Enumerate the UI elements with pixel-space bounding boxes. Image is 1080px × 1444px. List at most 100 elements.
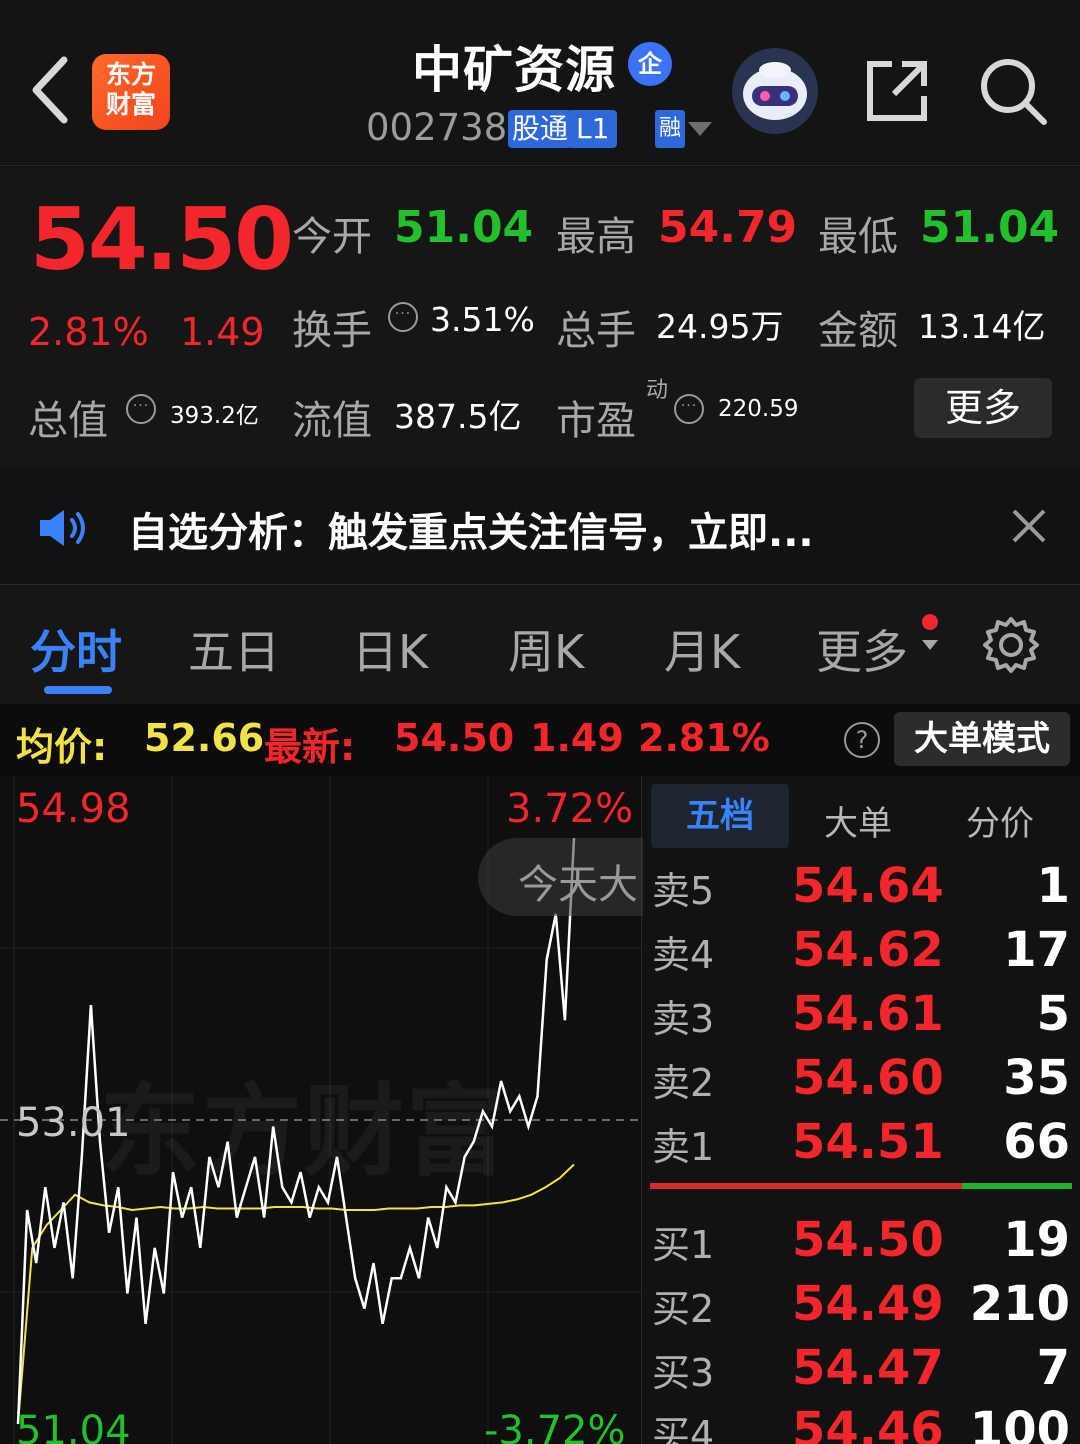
ask-volume: 35: [1003, 1050, 1070, 1106]
ask-volume: 66: [1003, 1114, 1070, 1170]
ask-volume: 5: [1036, 986, 1070, 1042]
speaker-icon: [36, 506, 90, 554]
ask-volume: 1: [1036, 858, 1070, 914]
bid-volume: 19: [1003, 1212, 1070, 1268]
ask-label: 卖2: [652, 1061, 715, 1105]
mktcap-value: 393.2亿: [170, 403, 259, 429]
stock-code: 002738: [366, 106, 508, 149]
ask-label: 卖1: [652, 1125, 715, 1169]
volume-value: 24.95万: [656, 307, 784, 346]
bid-price: 54.49: [792, 1276, 944, 1332]
change-amount: 1.49: [180, 310, 265, 354]
today-pill-text[interactable]: 今天大: [518, 852, 638, 910]
avg-price-line: [17, 1163, 575, 1425]
low-value: 51.04: [920, 202, 1060, 253]
latest-label: 最新:: [264, 725, 356, 769]
pct-axis-bottom: -3.72%: [484, 1408, 626, 1444]
bid-price: 54.47: [792, 1340, 944, 1396]
mktcap-label: 总值: [28, 398, 108, 444]
info-icon[interactable]: ···: [674, 394, 704, 424]
bid-volume: 210: [969, 1276, 1070, 1332]
big-order-mode-button[interactable]: 大单模式: [894, 712, 1070, 766]
avg-label: 均价:: [16, 725, 108, 769]
active-tab-indicator: [44, 686, 112, 694]
tab-intraday[interactable]: 分时: [30, 616, 122, 682]
enterprise-badge: 企: [628, 42, 672, 86]
bid-label: 买4: [652, 1413, 715, 1444]
bid-label: 买2: [652, 1287, 715, 1331]
tab-weekly-k[interactable]: 周K: [508, 616, 584, 682]
pe-value: 220.59: [718, 396, 799, 422]
logo-line-1: 东方: [105, 60, 156, 89]
ask-label: 卖5: [652, 869, 715, 913]
notice-text[interactable]: 自选分析：触发重点关注信号，立即...: [128, 500, 814, 558]
logo-line-2: 财富: [105, 90, 156, 119]
pct-axis-top: 3.72%: [506, 786, 634, 832]
float-label: 流值: [292, 398, 372, 444]
chevron-down-icon[interactable]: [922, 640, 938, 650]
ask-price: 54.60: [792, 1050, 944, 1106]
ask-label: 卖4: [652, 933, 715, 977]
latest-value: 54.50: [394, 716, 515, 760]
ask-price: 54.64: [792, 858, 944, 914]
low-label: 最低: [818, 214, 898, 260]
ask-strength-bar: [650, 1183, 962, 1189]
y-axis-bottom: 51.04: [16, 1408, 131, 1444]
pe-label: 市盈: [556, 398, 636, 444]
current-price: 54.50: [30, 190, 294, 290]
bid-label: 买1: [652, 1223, 715, 1267]
close-icon[interactable]: [1008, 505, 1050, 547]
open-label: 今开: [292, 214, 372, 260]
watermark: 东方财富: [100, 1073, 508, 1190]
pe-superscript: 动: [646, 378, 669, 403]
avg-value: 52.66: [144, 716, 265, 760]
connect-badge: 股通: [508, 110, 573, 148]
back-arrow-icon[interactable]: [28, 52, 76, 128]
notification-dot: [922, 614, 938, 630]
latest-pct: 2.81%: [638, 716, 770, 760]
info-icon[interactable]: ···: [126, 394, 156, 424]
robot-avatar-icon[interactable]: [732, 48, 818, 134]
turnover-label: 换手: [292, 308, 372, 354]
high-label: 最高: [556, 214, 636, 260]
latest-change: 1.49: [530, 716, 624, 760]
help-icon[interactable]: ?: [844, 722, 880, 758]
tab-more[interactable]: 更多: [816, 616, 908, 682]
search-icon[interactable]: [978, 56, 1048, 126]
ask-price: 54.61: [792, 986, 944, 1042]
share-icon[interactable]: [862, 56, 932, 126]
tab-five-level[interactable]: 五档: [651, 784, 789, 848]
stock-name[interactable]: 中矿资源: [412, 30, 616, 102]
high-value: 54.79: [658, 202, 798, 253]
volume-label: 总手: [556, 308, 636, 354]
app-logo[interactable]: 东方 财富: [92, 54, 170, 130]
bid-volume: 100: [969, 1402, 1070, 1444]
level-badge: L1: [568, 110, 618, 148]
change-percent: 2.81%: [28, 310, 149, 354]
tab-five-day[interactable]: 五日: [188, 616, 280, 682]
tab-daily-k[interactable]: 日K: [352, 616, 428, 682]
ask-price: 54.51: [792, 1114, 944, 1170]
open-value: 51.04: [394, 202, 534, 253]
chevron-down-icon[interactable]: [688, 122, 712, 136]
tab-price-dist[interactable]: 分价: [966, 796, 1034, 845]
tab-monthly-k[interactable]: 月K: [664, 616, 740, 682]
y-axis-mid: 53.01: [16, 1100, 131, 1146]
amount-value: 13.14亿: [918, 307, 1046, 346]
margin-badge: 融: [655, 110, 686, 148]
bid-price: 54.46: [792, 1402, 944, 1444]
bid-price: 54.50: [792, 1212, 944, 1268]
ask-price: 54.62: [792, 922, 944, 978]
bid-volume: 7: [1036, 1340, 1070, 1396]
tab-big-order[interactable]: 大单: [824, 796, 892, 845]
info-icon[interactable]: ···: [388, 302, 418, 332]
y-axis-top: 54.98: [16, 786, 131, 832]
settings-gear-icon[interactable]: [982, 616, 1040, 674]
float-value: 387.5亿: [394, 397, 522, 436]
bid-strength-bar: [962, 1183, 1072, 1189]
more-quote-button[interactable]: 更多: [914, 378, 1052, 438]
turnover-value: 3.51%: [430, 300, 535, 339]
ask-volume: 17: [1003, 922, 1070, 978]
ask-label: 卖3: [652, 997, 715, 1041]
bid-label: 买3: [652, 1351, 715, 1395]
